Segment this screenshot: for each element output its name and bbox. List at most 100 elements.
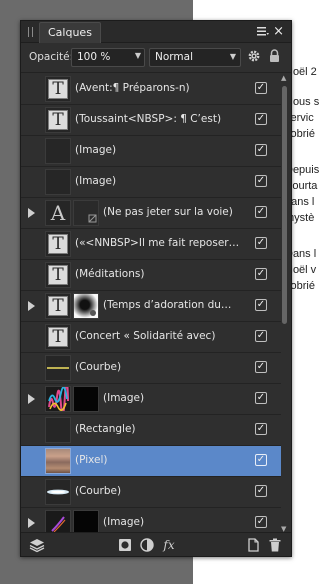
layer-thumbnail xyxy=(45,355,71,381)
layer-name: (Ne pas jeter sur la voie) xyxy=(103,206,233,218)
layer-thumbnail xyxy=(45,510,71,533)
visibility-checkbox[interactable]: ✓ xyxy=(255,361,267,373)
layer-thumbnail xyxy=(45,417,71,443)
layer-thumbnail: T xyxy=(45,324,71,350)
trash-icon[interactable] xyxy=(267,537,283,553)
fx-icon[interactable]: fx xyxy=(161,537,177,553)
layer-name: (Image) xyxy=(75,144,117,156)
layer-row[interactable]: T (Avent:¶ Préparons-n) ✓ xyxy=(21,74,281,105)
opacity-field[interactable]: 100 % ▼ xyxy=(71,48,145,67)
layer-row[interactable]: (Courbe) ✓ xyxy=(21,353,281,384)
mask-thumbnail xyxy=(73,200,99,226)
layers-scrollbar[interactable]: ▲ ▼ xyxy=(281,74,289,533)
layer-thumbnail xyxy=(45,378,71,416)
layer-thumbnail: T xyxy=(45,262,71,288)
mask-thumbnail xyxy=(73,510,99,533)
panel-footer: fx xyxy=(21,532,291,556)
layer-row[interactable]: (Courbe) ✓ xyxy=(21,477,281,508)
visibility-checkbox[interactable]: ✓ xyxy=(255,206,267,218)
layers-stack-icon[interactable] xyxy=(29,537,45,553)
mask-icon[interactable] xyxy=(117,537,133,553)
layers-list[interactable]: T (Avent:¶ Préparons-n) ✓ T (Toussaint<N… xyxy=(21,74,281,533)
blend-mode-select[interactable]: Normal ▼ xyxy=(149,48,241,67)
opacity-value: 100 % xyxy=(77,51,111,63)
layer-thumbnail: A xyxy=(45,200,71,226)
chevron-down-icon[interactable]: ▼ xyxy=(230,52,236,61)
new-layer-icon[interactable] xyxy=(245,537,261,553)
visibility-checkbox[interactable]: ✓ xyxy=(255,113,267,125)
opacity-label: Opacité: xyxy=(29,51,74,63)
layer-thumbnail xyxy=(45,138,71,164)
visibility-checkbox[interactable]: ✓ xyxy=(255,330,267,342)
layer-row[interactable]: T (Temps d’adoration du… ✓ xyxy=(21,291,281,322)
layer-row[interactable]: (Rectangle) ✓ xyxy=(21,415,281,446)
visibility-checkbox[interactable]: ✓ xyxy=(255,237,267,249)
visibility-checkbox[interactable]: ✓ xyxy=(255,454,267,466)
visibility-checkbox[interactable]: ✓ xyxy=(255,516,267,528)
lock-icon[interactable] xyxy=(269,49,280,63)
layer-name: (Image) xyxy=(103,392,145,404)
visibility-checkbox[interactable]: ✓ xyxy=(255,82,267,94)
layer-thumbnail: T xyxy=(45,293,71,319)
scrollbar-thumb[interactable] xyxy=(282,86,287,324)
expand-arrow-icon[interactable] xyxy=(28,301,35,311)
text-frame-icon: T xyxy=(48,234,68,254)
artistic-text-icon: A xyxy=(50,201,66,225)
layer-row[interactable]: (Image) ✓ xyxy=(21,508,281,533)
layers-panel: Calques × Opacité: 100 % ▼ Normal ▼ T (A… xyxy=(20,20,292,557)
gear-icon[interactable] xyxy=(247,49,261,63)
visibility-checkbox[interactable]: ✓ xyxy=(255,485,267,497)
layer-name: (Temps d’adoration du… xyxy=(103,299,232,311)
layer-name: (Toussaint<NBSP>: ¶ C’est) xyxy=(75,113,222,125)
layer-row[interactable]: T (Toussaint<NBSP>: ¶ C’est) ✓ xyxy=(21,105,281,136)
adjustment-icon[interactable] xyxy=(139,537,155,553)
expand-arrow-icon[interactable] xyxy=(28,208,35,218)
visibility-checkbox[interactable]: ✓ xyxy=(255,299,267,311)
layer-row[interactable]: T (Concert « Solidarité avec) ✓ xyxy=(21,322,281,353)
text-frame-icon: T xyxy=(48,327,68,347)
layer-name: (Image) xyxy=(103,516,145,528)
mask-thumbnail xyxy=(73,293,99,319)
hamburger-menu-icon[interactable] xyxy=(257,26,269,37)
expand-arrow-icon[interactable] xyxy=(28,518,35,528)
layer-row[interactable]: (Image) ✓ xyxy=(21,167,281,198)
layer-name: (Courbe) xyxy=(75,361,122,373)
mask-thumbnail xyxy=(73,386,99,412)
layer-thumbnail xyxy=(45,479,71,505)
layer-controls: Opacité: 100 % ▼ Normal ▼ xyxy=(21,43,291,73)
text-frame-icon: T xyxy=(48,296,68,316)
text-frame-icon: T xyxy=(48,79,68,99)
layer-thumbnail: T xyxy=(45,231,71,257)
visibility-checkbox[interactable]: ✓ xyxy=(255,175,267,187)
drag-grip-icon[interactable] xyxy=(28,27,33,37)
tab-layers[interactable]: Calques xyxy=(39,22,101,43)
layer-row[interactable]: (Pixel) ✓ xyxy=(21,446,281,477)
layer-row[interactable]: T («<NNBSP>Il me fait reposer… ✓ xyxy=(21,229,281,260)
layer-thumbnail: T xyxy=(45,107,71,133)
layer-thumbnail xyxy=(45,448,71,474)
text-frame-icon: T xyxy=(48,265,68,285)
visibility-checkbox[interactable]: ✓ xyxy=(255,268,267,280)
layer-name: (Courbe) xyxy=(75,485,122,497)
layer-name: (Image) xyxy=(75,175,117,187)
expand-arrow-icon[interactable] xyxy=(28,394,35,404)
layer-row[interactable]: (Image) ✓ xyxy=(21,378,281,416)
layer-name: (Méditations) xyxy=(75,268,145,280)
layer-name: (Pixel) xyxy=(75,454,108,466)
panel-titlebar[interactable]: Calques × xyxy=(21,21,291,43)
layer-row[interactable]: (Image) ✓ xyxy=(21,136,281,167)
chevron-down-icon[interactable]: ▼ xyxy=(135,51,141,60)
visibility-checkbox[interactable]: ✓ xyxy=(255,423,267,435)
layer-thumbnail: T xyxy=(45,76,71,102)
scroll-up-icon[interactable]: ▲ xyxy=(281,74,286,82)
layer-thumbnail xyxy=(45,169,71,195)
layer-name: (Concert « Solidarité avec) xyxy=(75,330,216,342)
layer-name: («<NNBSP>Il me fait reposer… xyxy=(75,237,240,249)
layer-name: (Avent:¶ Préparons-n) xyxy=(75,82,190,94)
blend-mode-value: Normal xyxy=(155,51,193,63)
visibility-checkbox[interactable]: ✓ xyxy=(255,392,267,404)
layer-row[interactable]: T (Méditations) ✓ xyxy=(21,260,281,291)
layer-row[interactable]: A (Ne pas jeter sur la voie) ✓ xyxy=(21,198,281,229)
close-icon[interactable]: × xyxy=(273,24,284,39)
visibility-checkbox[interactable]: ✓ xyxy=(255,144,267,156)
